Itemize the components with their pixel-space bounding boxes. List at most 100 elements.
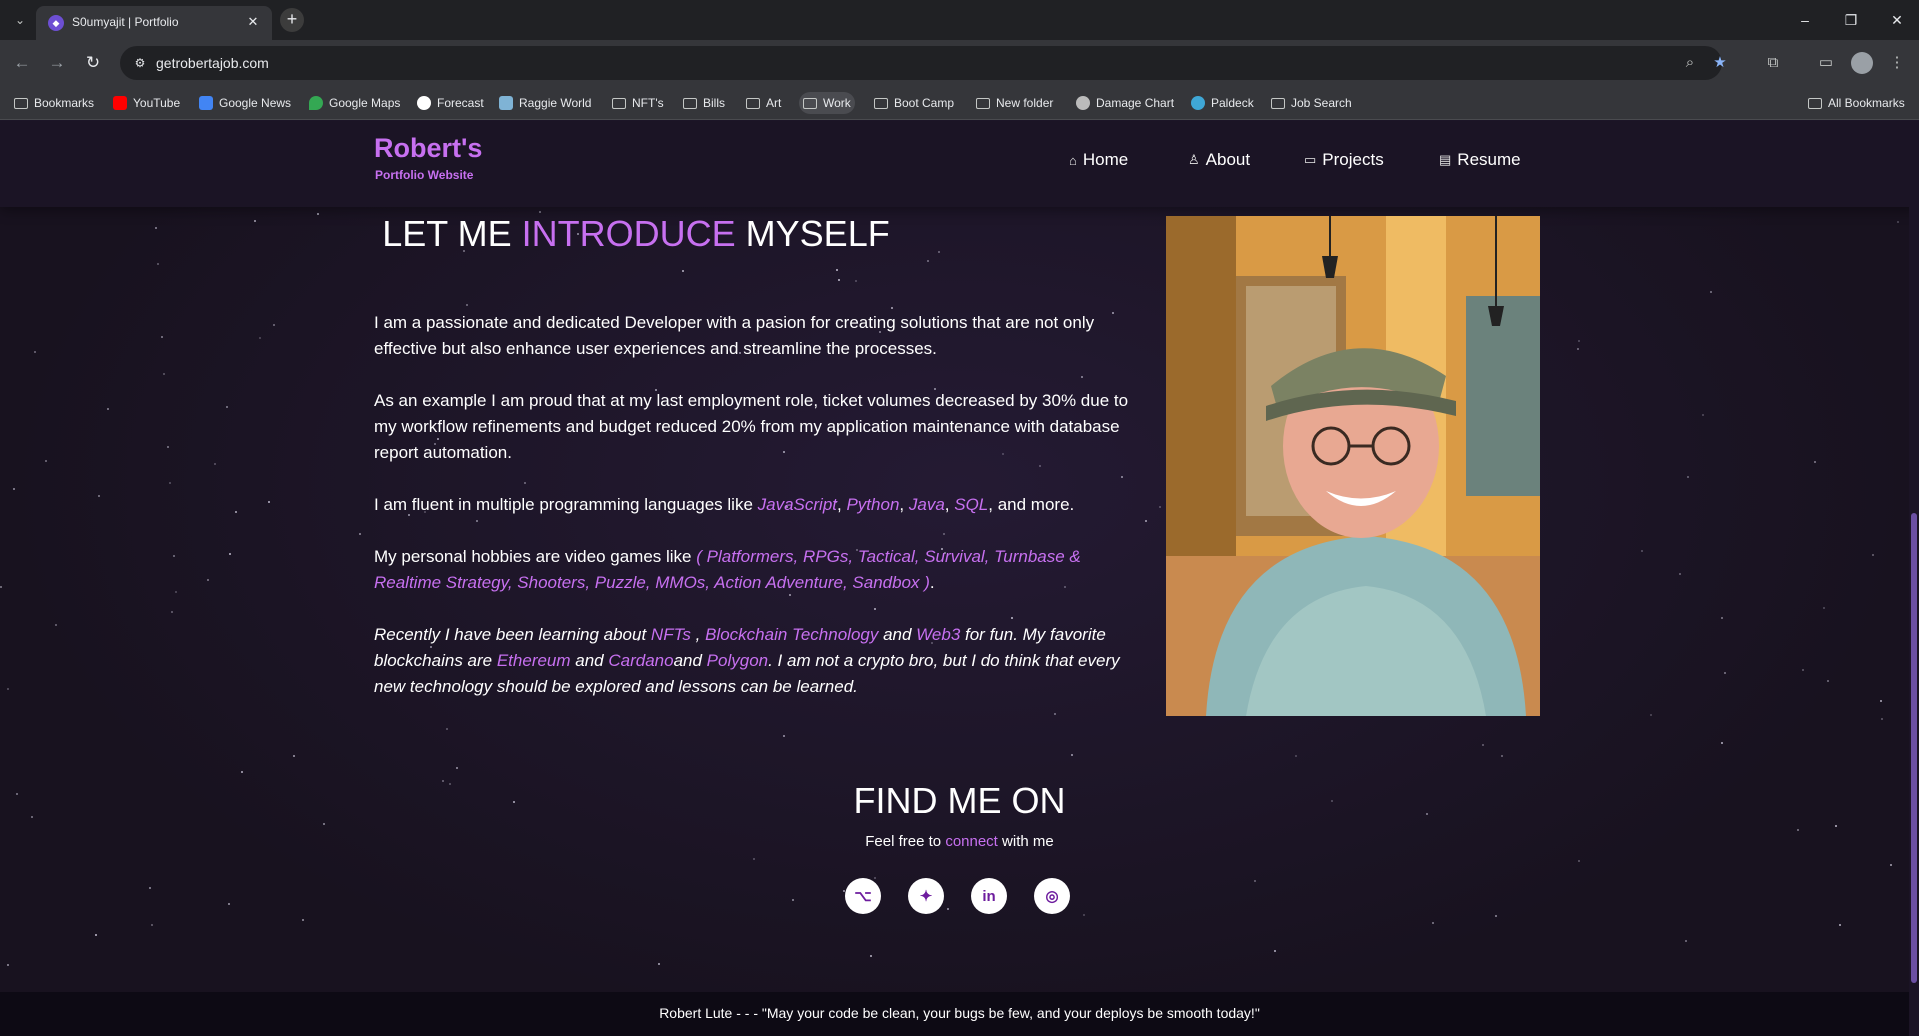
star-dot [783, 735, 785, 737]
star-dot [1687, 476, 1689, 478]
projects-icon: ▭ [1304, 152, 1317, 167]
star-dot [1011, 617, 1013, 619]
bookmark-item[interactable]: NFT's [608, 92, 668, 114]
star-dot [1482, 744, 1484, 746]
address-bar[interactable]: ⚙ getrobertajob.com ⌕ ★ [120, 46, 1727, 80]
site-icon [1076, 96, 1090, 110]
bookmark-item[interactable]: Forecast [413, 92, 488, 114]
page-scrollbar[interactable] [1909, 121, 1919, 1036]
portfolio-page: Robert's Portfolio Website ⌂ Home ♙ About … [0, 121, 1919, 1036]
star-dot [1685, 940, 1687, 942]
all-bookmarks[interactable]: All Bookmarks [1804, 92, 1909, 114]
extensions-icon[interactable]: ⧉ [1762, 52, 1784, 74]
language-python: Python [846, 495, 900, 514]
folder-icon [874, 97, 888, 109]
url-text[interactable]: getrobertajob.com [156, 55, 269, 71]
site-footer: Robert Lute - - - "May your code be clea… [0, 992, 1919, 1036]
profile-photo-illustration [1166, 216, 1540, 716]
bookmark-item[interactable]: Google Maps [305, 92, 404, 114]
site-info-icon[interactable]: ⚙ [132, 55, 148, 71]
star-dot [1083, 914, 1085, 916]
star-dot [891, 307, 893, 309]
bookmark-item[interactable]: Boot Camp [870, 92, 958, 114]
star-dot [241, 771, 243, 773]
star-dot [1578, 860, 1580, 862]
profile-avatar[interactable] [1851, 52, 1873, 74]
nav-about[interactable]: ♙ About [1188, 150, 1250, 170]
star-dot [943, 533, 945, 535]
browser-tab[interactable]: ◆ S0umyajit | Portfolio ✕ [36, 6, 272, 40]
connect-text: connect [945, 833, 998, 850]
star-dot [151, 924, 153, 926]
google-news-icon [199, 96, 213, 110]
bookmark-item[interactable]: New folder [972, 92, 1057, 114]
star-dot [1797, 829, 1799, 831]
zoom-icon[interactable]: ⌕ [1680, 53, 1700, 73]
star-dot [1839, 924, 1841, 926]
bookmark-item[interactable]: Art [742, 92, 785, 114]
bookmark-item[interactable]: Raggie World [495, 92, 595, 114]
bookmark-item[interactable]: Paldeck [1187, 92, 1258, 114]
github-icon[interactable]: ⌥ [845, 878, 881, 914]
star-dot [228, 903, 230, 905]
bookmark-item[interactable]: Bills [679, 92, 729, 114]
star-dot [927, 260, 929, 262]
star-dot [1495, 915, 1497, 917]
star-dot [1880, 700, 1882, 702]
folder-icon [1808, 97, 1822, 109]
site-icon [1191, 96, 1205, 110]
instagram-icon[interactable]: ◎ [1034, 878, 1070, 914]
intro-paragraph-4: My personal hobbies are video games like… [374, 547, 1081, 592]
close-window-icon[interactable]: ✕ [1885, 8, 1909, 32]
tab-search-icon[interactable]: ⌄ [10, 10, 30, 30]
back-icon[interactable]: ← [10, 51, 34, 75]
star-dot [1721, 617, 1723, 619]
star-dot [229, 553, 231, 555]
nav-resume[interactable]: ▤ Resume [1439, 150, 1521, 170]
star-dot [476, 520, 478, 522]
bookmark-item[interactable]: YouTube [109, 92, 184, 114]
cast-icon[interactable]: ▭ [1815, 52, 1837, 74]
star-dot [682, 270, 684, 272]
twitter-icon[interactable]: ✦ [908, 878, 944, 914]
bookmark-item[interactable]: Bookmarks [10, 92, 98, 114]
tab-close-icon[interactable]: ✕ [244, 13, 262, 31]
bookmark-item[interactable]: Damage Chart [1072, 92, 1178, 114]
star-dot [1835, 825, 1837, 827]
star-dot [95, 934, 97, 936]
forward-icon[interactable]: → [45, 51, 69, 75]
linkedin-icon[interactable]: in [971, 878, 1007, 914]
star-dot [254, 220, 256, 222]
bookmark-star-icon[interactable]: ★ [1710, 53, 1730, 73]
reload-icon[interactable]: ↻ [81, 51, 105, 75]
bookmark-item[interactable]: Job Search [1267, 92, 1356, 114]
google-maps-icon [309, 96, 323, 110]
star-dot [1578, 340, 1580, 342]
star-dot [214, 463, 216, 465]
nav-projects[interactable]: ▭ Projects [1304, 150, 1384, 170]
browser-tabbar: ⌄ ◆ S0umyajit | Portfolio ✕ + – ❐ ✕ [0, 0, 1919, 40]
scrollbar-thumb[interactable] [1911, 513, 1917, 983]
star-dot [155, 227, 157, 229]
star-dot [1501, 755, 1503, 757]
star-dot [259, 337, 261, 339]
restore-icon[interactable]: ❐ [1839, 8, 1863, 32]
new-tab-button[interactable]: + [280, 8, 304, 32]
nav-home[interactable]: ⌂ Home [1069, 150, 1128, 170]
minimize-icon[interactable]: – [1793, 8, 1817, 32]
site-icon [499, 96, 513, 110]
star-dot [1432, 922, 1434, 924]
star-dot [1054, 713, 1056, 715]
tab-title: S0umyajit | Portfolio [72, 15, 179, 29]
star-dot [1802, 669, 1804, 671]
star-dot [446, 728, 448, 730]
star-dot [838, 279, 840, 281]
bookmark-item[interactable]: Work [799, 92, 855, 114]
bookmark-item[interactable]: Google News [195, 92, 295, 114]
star-dot [874, 877, 876, 879]
menu-icon[interactable]: ⋮ [1886, 52, 1908, 74]
brand-title[interactable]: Robert's [374, 133, 482, 164]
star-dot [7, 964, 9, 966]
star-dot [207, 579, 209, 581]
folder-icon [746, 97, 760, 109]
